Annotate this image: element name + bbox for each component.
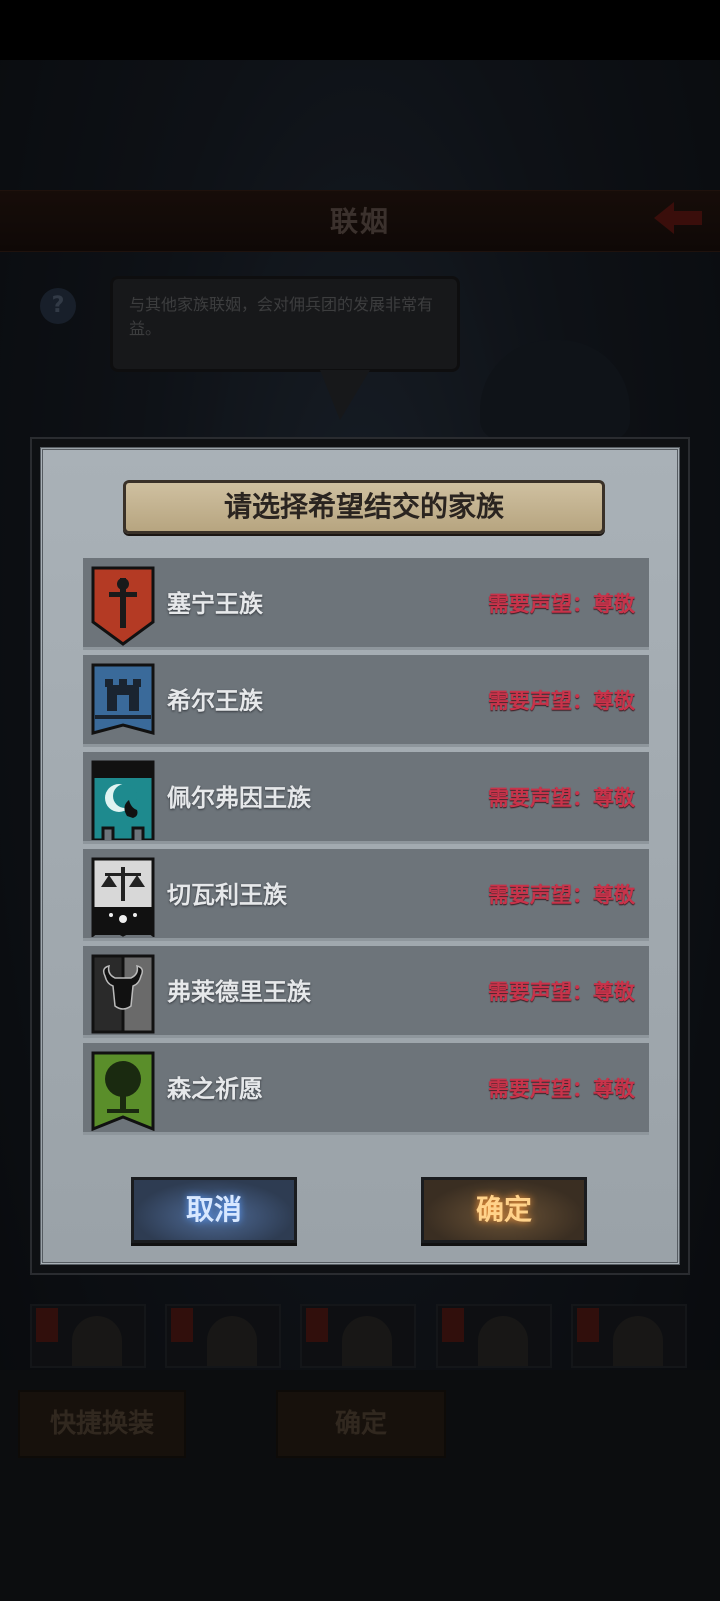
sword-crest-icon [91, 566, 155, 646]
moon-flame-crest-icon [91, 760, 155, 840]
house-requirement: 需要声望：尊敬 [488, 689, 635, 713]
house-row[interactable]: 弗莱德里王族 需要声望：尊敬 [83, 946, 649, 1038]
house-name: 切瓦利王族 [167, 881, 287, 909]
house-requirement: 需要声望：尊敬 [488, 1077, 635, 1101]
scales-crest-icon [91, 857, 155, 937]
house-name: 佩尔弗因王族 [167, 784, 311, 812]
house-name: 塞宁王族 [167, 590, 263, 618]
house-row[interactable]: 切瓦利王族 需要声望：尊敬 [83, 849, 649, 941]
bull-crest-icon [91, 954, 155, 1034]
house-name: 弗莱德里王族 [167, 978, 311, 1006]
house-requirement: 需要声望：尊敬 [488, 883, 635, 907]
dialog-panel: 请选择希望结交的家族 塞宁王族 需要声望：尊敬 希尔王族 需要声望：尊敬 佩尔弗… [40, 447, 680, 1265]
house-name: 森之祈愿 [167, 1075, 263, 1103]
house-requirement: 需要声望：尊敬 [488, 786, 635, 810]
house-row[interactable]: 希尔王族 需要声望：尊敬 [83, 655, 649, 747]
house-row[interactable]: 森之祈愿 需要声望：尊敬 [83, 1043, 649, 1135]
house-row[interactable]: 塞宁王族 需要声望：尊敬 [83, 558, 649, 650]
house-requirement: 需要声望：尊敬 [488, 980, 635, 1004]
house-list: 塞宁王族 需要声望：尊敬 希尔王族 需要声望：尊敬 佩尔弗因王族 需要声望：尊敬… [83, 558, 649, 1146]
cancel-button[interactable]: 取消 [131, 1177, 297, 1243]
tree-crest-icon [91, 1051, 155, 1131]
house-row[interactable]: 佩尔弗因王族 需要声望：尊敬 [83, 752, 649, 844]
house-name: 希尔王族 [167, 687, 263, 715]
house-requirement: 需要声望：尊敬 [488, 592, 635, 616]
house-select-dialog: 请选择希望结交的家族 塞宁王族 需要声望：尊敬 希尔王族 需要声望：尊敬 佩尔弗… [30, 437, 690, 1275]
confirm-button[interactable]: 确定 [421, 1177, 587, 1243]
castle-crest-icon [91, 663, 155, 735]
dialog-title: 请选择希望结交的家族 [123, 480, 605, 534]
